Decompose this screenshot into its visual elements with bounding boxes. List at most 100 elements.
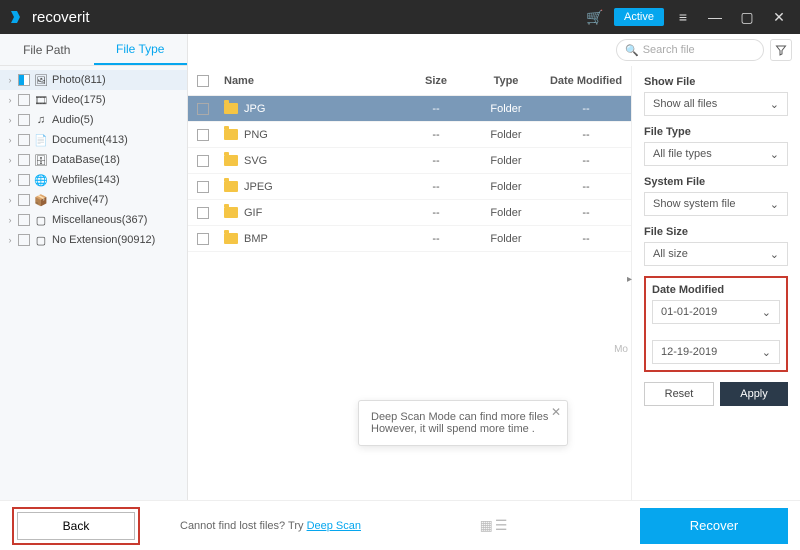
tooltip-close-icon[interactable]: ✕	[551, 405, 561, 419]
row-checkbox[interactable]	[197, 181, 209, 193]
table-row[interactable]: BMP --Folder--	[188, 226, 631, 252]
date-from-select[interactable]: 01-01-2019⌄	[652, 300, 780, 324]
tree-label: Miscellaneous(367)	[52, 214, 147, 226]
chevron-down-icon: ⌄	[762, 346, 771, 359]
chevron-right-icon: ›	[6, 75, 14, 85]
row-checkbox[interactable]	[197, 155, 209, 167]
cart-icon[interactable]: 🛒	[582, 4, 608, 30]
sidebar: File Path File Type ›🖼Photo(811)›🎞Video(…	[0, 34, 188, 500]
tree-checkbox[interactable]	[18, 234, 30, 246]
tree-label: DataBase(18)	[52, 154, 120, 166]
film-icon: 🎞	[34, 93, 48, 107]
table-row[interactable]: PNG--Folder--	[188, 122, 631, 148]
tooltip-text: Deep Scan Mode can find more files Howev…	[371, 411, 548, 435]
search-placeholder: Search file	[643, 44, 695, 56]
system-file-select[interactable]: Show system file⌄	[644, 192, 788, 216]
folder-icon	[224, 103, 238, 114]
tree-item-film[interactable]: ›🎞Video(175)	[0, 90, 187, 110]
show-file-select[interactable]: Show all files⌄	[644, 92, 788, 116]
row-size: --	[401, 233, 471, 245]
tree-item-music[interactable]: ›♫Audio(5)	[0, 110, 187, 130]
row-name: GIF	[244, 207, 262, 219]
show-file-label: Show File	[644, 76, 788, 88]
close-icon[interactable]: ✕	[766, 4, 792, 30]
col-name[interactable]: Name	[218, 75, 401, 87]
row-date: --	[541, 233, 631, 245]
tree-item-none[interactable]: ›▢No Extension(90912)	[0, 230, 187, 250]
chevron-down-icon: ⌄	[770, 248, 779, 261]
chevron-down-icon: ⌄	[770, 198, 779, 211]
tree-checkbox[interactable]	[18, 74, 30, 86]
row-date: --	[541, 155, 631, 167]
col-date[interactable]: Date Modified	[541, 75, 631, 87]
tree-item-db[interactable]: ›🗄DataBase(18)	[0, 150, 187, 170]
tree-item-doc[interactable]: ›📄Document(413)	[0, 130, 187, 150]
minimize-icon[interactable]: —	[702, 4, 728, 30]
tree-checkbox[interactable]	[18, 174, 30, 186]
chevron-right-icon: ›	[6, 215, 14, 225]
date-to-select[interactable]: 12-19-2019⌄	[652, 340, 780, 364]
deep-scan-link[interactable]: Deep Scan	[307, 520, 361, 532]
tree-checkbox[interactable]	[18, 134, 30, 146]
table-row[interactable]: JPEG--Folder--	[188, 174, 631, 200]
folder-icon	[224, 129, 238, 140]
tree-label: Webfiles(143)	[52, 174, 120, 186]
tree-item-web[interactable]: ›🌐Webfiles(143)	[0, 170, 187, 190]
row-date: --	[541, 103, 631, 115]
reset-button[interactable]: Reset	[644, 382, 714, 406]
tree-checkbox[interactable]	[18, 214, 30, 226]
search-input[interactable]: 🔍 Search file	[616, 39, 764, 61]
footer: Back Cannot find lost files? Try Deep Sc…	[0, 500, 800, 550]
filter-icon[interactable]	[770, 39, 792, 61]
row-checkbox[interactable]	[197, 129, 209, 141]
tree-checkbox[interactable]	[18, 114, 30, 126]
back-button[interactable]: Back	[17, 512, 135, 540]
active-button[interactable]: Active	[614, 8, 664, 26]
list-view-icon[interactable]: ☰	[495, 517, 508, 534]
deep-scan-tooltip: ✕ Deep Scan Mode can find more files How…	[358, 400, 568, 446]
menu-icon[interactable]: ≡	[670, 4, 696, 30]
row-name: PNG	[244, 129, 268, 141]
select-all-checkbox[interactable]	[197, 75, 209, 87]
table-row[interactable]: JPG--Folder--	[188, 96, 631, 122]
table-row[interactable]: GIF --Folder--	[188, 200, 631, 226]
grid-view-icon[interactable]: ▦	[480, 517, 493, 534]
col-type[interactable]: Type	[471, 75, 541, 87]
row-name: JPEG	[244, 181, 273, 193]
row-type: Folder	[471, 181, 541, 193]
row-type: Folder	[471, 233, 541, 245]
expand-handle[interactable]: ▸	[627, 274, 632, 285]
tree-checkbox[interactable]	[18, 94, 30, 106]
file-size-select[interactable]: All size⌄	[644, 242, 788, 266]
tab-file-path[interactable]: File Path	[0, 34, 94, 65]
tree-checkbox[interactable]	[18, 194, 30, 206]
folder-icon	[224, 233, 238, 244]
tree-item-image[interactable]: ›🖼Photo(811)	[0, 70, 187, 90]
recover-button[interactable]: Recover	[640, 508, 788, 544]
row-checkbox[interactable]	[197, 103, 209, 115]
tree-checkbox[interactable]	[18, 154, 30, 166]
row-checkbox[interactable]	[197, 207, 209, 219]
row-size: --	[401, 207, 471, 219]
back-highlight: Back	[12, 507, 140, 545]
none-icon: ▢	[34, 233, 48, 247]
tree-label: Video(175)	[52, 94, 106, 106]
truncated-label: Mo	[614, 344, 628, 355]
row-type: Folder	[471, 155, 541, 167]
row-name: BMP	[244, 233, 268, 245]
file-type-label: File Type	[644, 126, 788, 138]
file-type-select[interactable]: All file types⌄	[644, 142, 788, 166]
row-type: Folder	[471, 207, 541, 219]
app-logo: recoverit	[8, 8, 90, 26]
tree-item-arc[interactable]: ›📦Archive(47)	[0, 190, 187, 210]
row-date: --	[541, 207, 631, 219]
col-size[interactable]: Size	[401, 75, 471, 87]
maximize-icon[interactable]: ▢	[734, 4, 760, 30]
search-icon: 🔍	[625, 44, 639, 57]
row-checkbox[interactable]	[197, 233, 209, 245]
apply-button[interactable]: Apply	[720, 382, 788, 406]
table-row[interactable]: SVG--Folder--	[188, 148, 631, 174]
doc-icon: 📄	[34, 133, 48, 147]
tree-item-misc[interactable]: ›▢Miscellaneous(367)	[0, 210, 187, 230]
tab-file-type[interactable]: File Type	[94, 34, 188, 65]
